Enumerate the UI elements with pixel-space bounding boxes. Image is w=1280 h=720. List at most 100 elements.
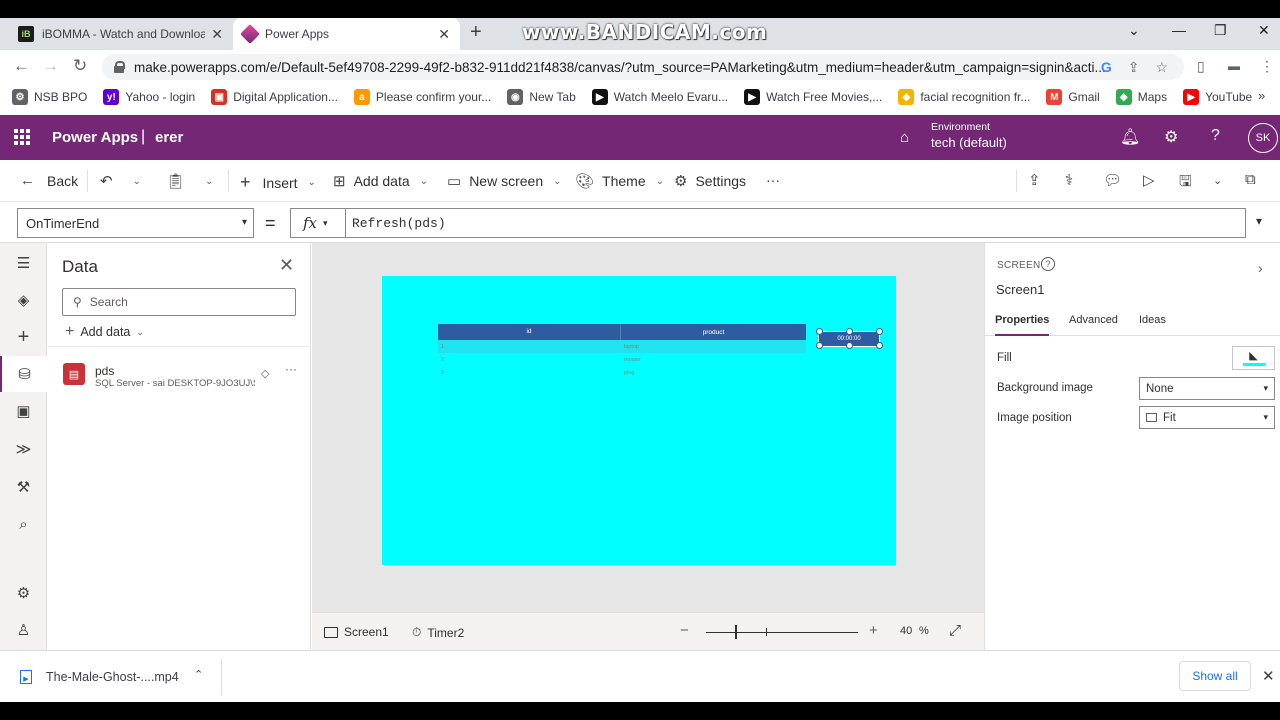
- table-row[interactable]: 1 laptop: [438, 340, 806, 353]
- resize-handle[interactable]: [876, 342, 883, 349]
- bookmark-item[interactable]: a Please confirm your...: [353, 89, 491, 105]
- new-screen-button[interactable]: ▭ New screen ⌄: [447, 172, 562, 190]
- close-icon[interactable]: ✕: [1262, 667, 1275, 685]
- add-data-button[interactable]: ⊞ Add data ⌄: [333, 172, 428, 190]
- notification-bell-icon[interactable]: 🔔︎: [1120, 127, 1140, 147]
- advanced-tools-icon[interactable]: ⚒: [0, 469, 47, 505]
- chevron-right-icon[interactable]: ›: [1258, 260, 1263, 276]
- resize-handle[interactable]: [816, 342, 823, 349]
- bookmark-item[interactable]: ⚙ NSB BPO: [12, 89, 87, 105]
- save-icon[interactable]: 🖫: [1179, 171, 1192, 196]
- back-button[interactable]: ← Back: [20, 172, 78, 189]
- fit-to-window-icon[interactable]: ⤢: [949, 622, 961, 639]
- chevron-up-icon[interactable]: ⌃: [194, 668, 203, 681]
- table-row[interactable]: 2 mouse: [438, 353, 806, 366]
- data-table[interactable]: id product 1 laptop 2 mouse 3 plug: [438, 324, 806, 379]
- bookmark-item[interactable]: ▶ Watch Free Movies,...: [744, 89, 882, 105]
- undo-button[interactable]: ↶ ⌄: [100, 172, 141, 190]
- tab-properties[interactable]: Properties: [995, 314, 1050, 336]
- resize-handle[interactable]: [846, 342, 853, 349]
- tab-search-chevron-icon[interactable]: ⌄: [1128, 22, 1140, 39]
- close-icon[interactable]: ✕: [279, 255, 294, 276]
- settings-button[interactable]: ⚙ Settings: [674, 172, 746, 190]
- zoom-slider[interactable]: [706, 632, 858, 633]
- add-data-button[interactable]: + Add data ⌄: [65, 323, 144, 341]
- product-title[interactable]: Power Apps: [52, 129, 138, 146]
- share-icon[interactable]: ⇪: [1128, 59, 1140, 76]
- data-cylinder-icon[interactable]: ⛁: [0, 356, 47, 392]
- help-icon[interactable]: ?: [1041, 257, 1055, 271]
- paste-button[interactable]: 📋︎ ⌄: [166, 172, 213, 190]
- app-launcher-icon[interactable]: [14, 129, 30, 145]
- resize-handle[interactable]: [846, 328, 853, 335]
- settings-gear-icon[interactable]: ⚙: [1164, 127, 1178, 147]
- menu-kebab-icon[interactable]: ⋮: [1260, 57, 1274, 75]
- property-dropdown[interactable]: OnTimerEnd ▾: [17, 208, 254, 238]
- help-icon[interactable]: ?: [1211, 127, 1220, 145]
- bookmark-item[interactable]: ▶ Watch Meelo Evaru...: [591, 89, 728, 105]
- app-checker-icon[interactable]: ⚕: [1065, 171, 1073, 189]
- search-icon[interactable]: ⌕: [0, 506, 47, 542]
- bookmark-item[interactable]: ◉ New Tab: [507, 89, 576, 105]
- tab-advanced[interactable]: Advanced: [1069, 314, 1118, 336]
- share-icon[interactable]: ⇪: [1028, 171, 1041, 189]
- environment-value[interactable]: tech (default): [931, 135, 1007, 150]
- breadcrumb-screen[interactable]: Screen1: [324, 625, 389, 639]
- download-item[interactable]: The-Male-Ghost-....mp4: [46, 670, 179, 684]
- new-tab-icon[interactable]: +: [470, 22, 482, 42]
- search-input[interactable]: ⚲ Search: [62, 288, 296, 316]
- formula-input[interactable]: Refresh(pds): [345, 208, 1246, 238]
- image-position-dropdown[interactable]: Fit ▾: [1139, 406, 1275, 429]
- bookmark-item[interactable]: M Gmail: [1046, 89, 1100, 105]
- fill-color-picker[interactable]: ◣: [1232, 346, 1275, 370]
- sidebar-icon[interactable]: ▯: [1197, 57, 1205, 75]
- extension-icon[interactable]: ▬: [1228, 57, 1240, 75]
- app-name[interactable]: erer: [155, 129, 183, 146]
- close-tab-icon[interactable]: ✕: [438, 26, 450, 43]
- resize-handle[interactable]: [876, 328, 883, 335]
- forward-arrow-icon[interactable]: →: [42, 57, 59, 75]
- media-icon[interactable]: ▣: [0, 393, 47, 429]
- bookmark-item[interactable]: ▶ YouTube: [1183, 89, 1252, 105]
- show-all-button[interactable]: Show all: [1179, 661, 1251, 691]
- avatar[interactable]: SK: [1248, 123, 1278, 153]
- insert-button[interactable]: + Insert ⌄: [240, 172, 316, 193]
- more-bookmarks-icon[interactable]: »: [1258, 88, 1265, 103]
- breadcrumb-timer[interactable]: ⏱ Timer2: [412, 625, 464, 640]
- app-screen[interactable]: id product 1 laptop 2 mouse 3 plug 00:00…: [382, 276, 896, 565]
- table-row[interactable]: 3 plug: [438, 366, 806, 379]
- insert-plus-icon[interactable]: +: [0, 319, 47, 355]
- preview-play-icon[interactable]: ▷: [1143, 171, 1155, 189]
- expand-formula-chevron-icon[interactable]: ▾: [1256, 214, 1262, 228]
- zoom-in-icon[interactable]: +: [869, 622, 878, 639]
- bookmark-item[interactable]: ▣ Digital Application...: [211, 89, 338, 105]
- settings-gear-icon[interactable]: ⚙: [0, 575, 47, 611]
- background-image-dropdown[interactable]: None ▾: [1139, 377, 1275, 400]
- browser-tab-ibomma[interactable]: iB iBOMMA - Watch and Download ✕: [8, 18, 233, 50]
- save-options-chevron-icon[interactable]: ⌄: [1213, 174, 1222, 187]
- comments-icon[interactable]: 💬︎: [1103, 171, 1122, 189]
- theme-button[interactable]: 🎨︎ Theme ⌄: [575, 172, 664, 190]
- data-source-name[interactable]: pds: [95, 364, 114, 378]
- bookmark-star-icon[interactable]: ☆: [1155, 59, 1168, 76]
- more-options-icon[interactable]: ···: [285, 362, 297, 376]
- tree-view-icon[interactable]: ◈: [0, 282, 47, 318]
- publish-icon[interactable]: ⧉: [1245, 171, 1256, 188]
- more-commands-button[interactable]: ···: [766, 172, 780, 188]
- bookmark-item[interactable]: y! Yahoo - login: [103, 89, 195, 105]
- zoom-out-icon[interactable]: −: [680, 622, 689, 639]
- browser-tab-power-apps[interactable]: Power Apps ✕: [233, 18, 460, 50]
- google-icon[interactable]: G: [1101, 59, 1112, 76]
- control-name[interactable]: Screen1: [996, 282, 1044, 297]
- close-tab-icon[interactable]: ✕: [211, 26, 223, 43]
- resize-handle[interactable]: [816, 328, 823, 335]
- close-window-icon[interactable]: ✕: [1258, 22, 1270, 39]
- fx-button[interactable]: fx ▾: [290, 208, 345, 238]
- url-field[interactable]: make.powerapps.com/e/Default-5ef49708-22…: [102, 54, 1184, 80]
- minimize-icon[interactable]: —: [1172, 22, 1186, 38]
- restore-icon[interactable]: ❐: [1214, 22, 1227, 39]
- virtual-agent-icon[interactable]: ♙: [0, 612, 47, 648]
- bookmark-item[interactable]: ◈ Maps: [1115, 89, 1167, 105]
- reload-icon[interactable]: ↻: [73, 57, 87, 75]
- menu-hamburger-icon[interactable]: ☰: [0, 245, 47, 281]
